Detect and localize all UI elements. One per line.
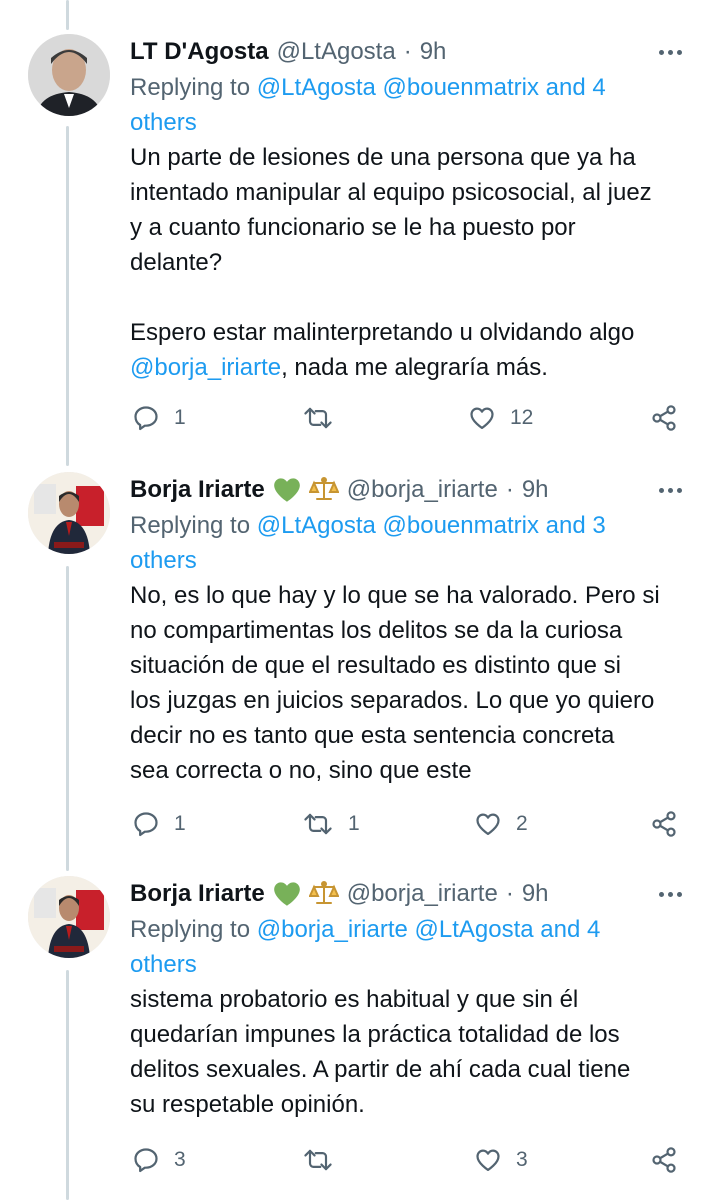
replying-to-label: Replying to — [130, 512, 251, 539]
tweet[interactable]: Borja Iriarte @borja_iriarte · 9h Replyi… — [0, 876, 708, 1196]
mention-link[interactable]: @borja_iriarte — [130, 354, 281, 381]
share-button[interactable] — [650, 398, 678, 438]
replying-to-mentions[interactable]: @borja_iriarte @LtAgosta and 4 — [257, 916, 601, 943]
retweet-icon — [304, 407, 332, 429]
more-icon[interactable] — [652, 38, 688, 66]
avatar[interactable] — [28, 34, 110, 116]
like-icon — [470, 407, 494, 430]
reply-icon — [134, 812, 158, 837]
thread-line-top — [66, 0, 69, 30]
tweet-text: Un parte de lesiones de una persona que … — [130, 140, 688, 385]
scales-icon — [308, 477, 339, 503]
author-handle[interactable]: @borja_iriarte — [347, 476, 498, 504]
retweet-button[interactable] — [302, 398, 348, 438]
replying-to-mentions[interactable]: @LtAgosta @bouenmatrix and 3 — [257, 512, 606, 539]
text-fragment: , nada me alegraría más. — [281, 354, 548, 381]
text-line: y a cuanto funcionario se le ha puesto p… — [130, 214, 576, 241]
tweet-text: No, es lo que hay y lo que se ha valorad… — [130, 578, 688, 788]
reply-icon — [134, 406, 158, 431]
retweet-button[interactable]: 1 — [302, 804, 360, 844]
separator: · — [505, 880, 514, 907]
reply-count: 1 — [174, 406, 186, 429]
replying-to-mentions[interactable]: @LtAgosta @bouenmatrix and 4 — [257, 74, 606, 101]
tweet-text: sistema probatorio es habitual y que sin… — [130, 982, 688, 1122]
replying-to-others[interactable]: others — [130, 951, 197, 978]
author-handle[interactable]: @borja_iriarte — [347, 880, 498, 908]
retweet-icon — [304, 1149, 332, 1171]
share-button[interactable] — [650, 804, 678, 844]
like-icon — [476, 813, 500, 836]
text-line: intentado manipular al equipo psicosocia… — [130, 179, 652, 206]
replying-to-label: Replying to — [130, 916, 251, 943]
scales-icon — [308, 881, 339, 907]
text-line: sistema probatorio es habitual y que sin… — [130, 986, 579, 1013]
tweet-header: LT D'Agosta @LtAgosta · 9h — [130, 34, 688, 70]
action-bar: 1 1 2 — [0, 804, 708, 844]
text-line: delitos sexuales. A partir de ahí cada c… — [130, 1056, 631, 1083]
like-count: 2 — [516, 812, 528, 835]
like-icon — [476, 1149, 500, 1172]
text-line: sea correcta o no, sino que este — [130, 757, 472, 784]
share-icon — [652, 405, 676, 431]
like-button[interactable]: 12 — [468, 398, 533, 438]
timestamp[interactable]: 9h — [420, 38, 447, 66]
tweet-header: Borja Iriarte @borja_iriarte · 9h — [130, 876, 688, 912]
text-line: Espero estar malinterpretando u olvidand… — [130, 319, 635, 346]
like-button[interactable]: 3 — [474, 1140, 528, 1180]
more-icon[interactable] — [652, 880, 688, 908]
like-count: 12 — [510, 406, 534, 429]
action-bar: 1 12 — [0, 398, 708, 438]
replying-to-label: Replying to — [130, 74, 251, 101]
author-name[interactable]: LT D'Agosta — [130, 38, 269, 66]
timestamp[interactable]: 9h — [522, 476, 549, 504]
green-heart-icon — [273, 477, 301, 503]
tweet[interactable]: Borja Iriarte @borja_iriarte · 9h Replyi… — [0, 472, 708, 852]
text-line: no compartimentas los delitos se da la c… — [130, 617, 623, 644]
text-line: delante? — [130, 249, 223, 276]
replying-to-others[interactable]: others — [130, 547, 197, 574]
timestamp[interactable]: 9h — [522, 880, 549, 908]
retweet-count: 1 — [348, 812, 360, 835]
share-icon — [652, 811, 676, 837]
separator: · — [505, 476, 514, 503]
tweet[interactable]: LT D'Agosta @LtAgosta · 9h Replying to @… — [0, 34, 708, 454]
reply-count: 1 — [174, 812, 186, 835]
author-handle[interactable]: @LtAgosta — [277, 38, 396, 66]
replying-to: Replying to @LtAgosta @bouenmatrix and 4… — [130, 70, 688, 140]
reply-button[interactable]: 1 — [132, 398, 186, 438]
share-icon — [652, 1147, 676, 1173]
separator: · — [403, 38, 412, 65]
author-name[interactable]: Borja Iriarte — [130, 880, 265, 908]
author-name[interactable]: Borja Iriarte — [130, 476, 265, 504]
retweet-button[interactable] — [302, 1140, 348, 1180]
more-icon[interactable] — [652, 476, 688, 504]
text-line: los juzgas en juicios separados. Lo que … — [130, 687, 655, 714]
reply-icon — [134, 1148, 158, 1173]
reply-button[interactable]: 1 — [132, 804, 186, 844]
like-count: 3 — [516, 1148, 528, 1171]
replying-to: Replying to @LtAgosta @bouenmatrix and 3… — [130, 508, 688, 578]
text-line: Un parte de lesiones de una persona que … — [130, 144, 636, 171]
text-line: su respetable opinión. — [130, 1091, 365, 1118]
text-line: quedarían impunes la práctica totalidad … — [130, 1021, 620, 1048]
avatar[interactable] — [28, 472, 110, 554]
replying-to: Replying to @borja_iriarte @LtAgosta and… — [130, 912, 688, 982]
text-line: decir no es tanto que esta sentencia con… — [130, 722, 615, 749]
retweet-icon — [304, 813, 332, 835]
tweet-header: Borja Iriarte @borja_iriarte · 9h — [130, 472, 688, 508]
text-line: No, es lo que hay y lo que se ha valorad… — [130, 582, 660, 609]
green-heart-icon — [273, 881, 301, 907]
reply-count: 3 — [174, 1148, 186, 1171]
text-line: @borja_iriarte, nada me alegraría más. — [130, 350, 688, 385]
avatar[interactable] — [28, 876, 110, 958]
share-button[interactable] — [650, 1140, 678, 1180]
like-button[interactable]: 2 — [474, 804, 528, 844]
action-bar: 3 3 — [0, 1140, 708, 1180]
reply-button[interactable]: 3 — [132, 1140, 186, 1180]
text-line: situación de que el resultado es distint… — [130, 652, 621, 679]
replying-to-others[interactable]: others — [130, 109, 197, 136]
